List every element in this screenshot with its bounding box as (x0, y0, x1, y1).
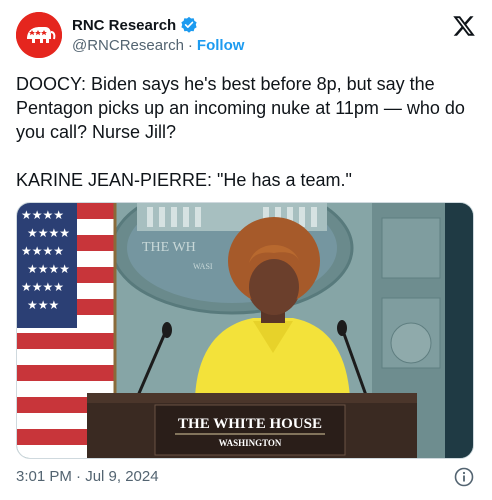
svg-text:★★★★: ★★★★ (27, 262, 70, 276)
elephant-logo-icon (16, 12, 62, 58)
separator: · (187, 37, 193, 54)
svg-text:★★★★: ★★★★ (21, 244, 64, 258)
tweet-paragraph: KARINE JEAN-PIERRE: "He has a team." (16, 170, 352, 190)
tweet-video[interactable]: THE WH WASI ★★★★ ★★★★ ★★★★ ★★★★ ★★★★ ★★★… (16, 202, 474, 459)
avatar[interactable] (16, 12, 62, 58)
seal-subtext: WASI (193, 262, 213, 271)
svg-text:★★★★: ★★★★ (21, 280, 64, 294)
handle[interactable]: @RNCResearch (72, 37, 184, 54)
handle-row: @RNCResearch · Follow (72, 37, 244, 54)
info-icon[interactable] (454, 467, 474, 487)
svg-text:★★★★: ★★★★ (27, 226, 70, 240)
name-row: RNC Research (72, 15, 198, 35)
tweet-paragraph: DOOCY: Biden says he's best before 8p, b… (16, 74, 465, 142)
svg-text:★★★: ★★★ (27, 298, 59, 312)
x-logo-icon[interactable] (452, 14, 476, 38)
tweet-card: RNC Research @RNCResearch · Follow DOOCY… (0, 0, 492, 500)
tweet-header: RNC Research @RNCResearch · Follow (16, 12, 476, 60)
display-name[interactable]: RNC Research (72, 17, 176, 34)
verified-badge-icon (181, 16, 197, 33)
podium-subtitle: WASHINGTON (219, 438, 282, 448)
podium-title: THE WHITE HOUSE (178, 416, 322, 432)
tweet-text: DOOCY: Biden says he's best before 8p, b… (16, 72, 478, 192)
follow-button[interactable]: Follow (197, 37, 245, 54)
briefing-room-image: THE WH WASI ★★★★ ★★★★ ★★★★ ★★★★ ★★★★ ★★★… (17, 203, 473, 458)
svg-text:★★★★: ★★★★ (21, 208, 64, 222)
seal-text: THE WH (142, 240, 196, 255)
tweet-timestamp[interactable]: 3:01 PM · Jul 9, 2024 (16, 468, 159, 485)
